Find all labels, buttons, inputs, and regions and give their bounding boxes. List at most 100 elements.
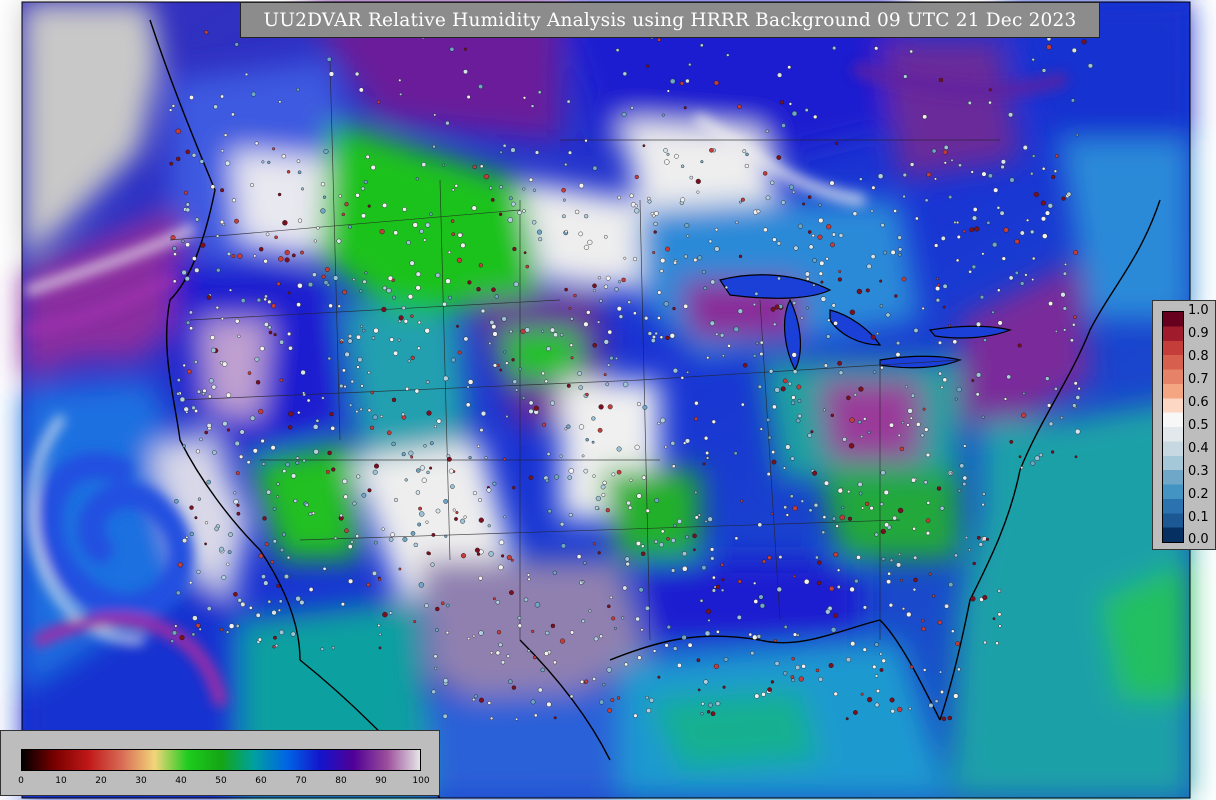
station-marker [507,217,513,223]
station-marker [1000,164,1005,170]
station-marker [748,632,753,637]
station-marker [487,701,492,705]
station-marker [511,685,517,690]
station-marker [389,611,393,615]
station-marker [1060,292,1066,298]
station-marker [429,441,434,446]
station-marker [939,670,943,674]
station-marker [252,448,258,454]
station-marker [286,170,291,174]
station-marker [322,567,327,571]
station-marker [194,409,199,413]
station-marker [583,468,589,474]
station-marker [634,208,640,214]
station-marker [517,623,522,628]
station-marker [615,48,620,52]
relative-error-colorbar: 1.0 0.9 0.8 0.7 0.6 0.5 0.4 0.3 0.2 0.1 … [1152,300,1216,550]
station-marker [429,212,433,216]
station-marker [198,627,202,631]
station-marker [922,407,926,411]
station-marker [931,594,936,598]
station-marker [867,430,871,434]
station-marker [540,667,545,673]
station-marker [767,555,772,560]
station-marker [665,246,670,252]
station-marker [282,220,288,226]
station-marker [234,318,240,324]
station-marker [398,319,402,323]
station-marker [378,577,382,582]
station-marker [398,567,402,571]
station-marker [599,299,603,303]
station-marker [621,112,627,117]
station-marker [607,404,613,410]
station-marker [981,171,987,177]
station-marker [591,440,595,444]
station-marker [288,411,294,417]
station-marker [204,542,208,546]
station-marker [757,384,762,389]
station-marker [835,524,839,528]
station-marker [442,163,445,167]
station-marker [234,42,239,47]
station-marker [606,363,611,367]
station-marker [250,415,256,421]
station-marker [916,422,921,427]
station-marker [296,159,301,163]
station-marker [577,371,582,376]
station-marker [583,244,590,251]
station-marker [553,660,557,665]
station-marker [402,207,407,212]
station-marker [697,255,703,261]
station-marker [240,601,246,607]
station-marker [328,71,335,77]
station-marker [279,339,284,345]
station-marker [402,536,408,542]
station-marker [785,513,789,517]
station-marker [635,541,641,547]
station-marker [588,609,592,613]
station-marker [370,390,375,395]
station-marker [510,147,516,153]
station-marker [686,370,689,374]
relative-humidity-map [21,1,1191,799]
station-marker [370,164,376,171]
station-marker [262,516,267,521]
station-marker [324,267,330,272]
station-marker [564,229,568,234]
station-marker [836,568,841,572]
station-marker [622,381,629,388]
station-marker [858,491,863,496]
station-marker [719,333,725,338]
station-marker [239,454,244,459]
station-marker [792,369,798,375]
station-marker [267,325,272,330]
station-marker [308,512,313,516]
station-marker [553,332,558,338]
station-marker [413,542,418,548]
station-marker [1046,44,1052,50]
station-marker [228,623,235,629]
colorbar-bottom-tick: 10 [55,776,67,786]
station-marker [510,558,514,562]
station-marker [616,306,622,312]
station-marker [928,703,934,709]
station-marker [791,395,796,400]
station-marker [863,417,867,421]
station-marker [169,108,173,112]
station-marker [750,651,755,656]
station-marker [759,603,766,609]
station-marker [660,258,666,264]
station-marker [308,587,314,592]
station-marker [941,716,947,721]
station-marker [694,515,699,520]
station-marker [500,660,506,665]
station-marker [816,580,822,586]
station-marker [259,346,265,352]
station-marker [723,657,729,662]
station-marker [297,218,303,223]
station-marker [697,688,701,692]
station-marker [349,403,353,407]
station-marker [935,286,941,292]
station-marker [909,665,914,669]
